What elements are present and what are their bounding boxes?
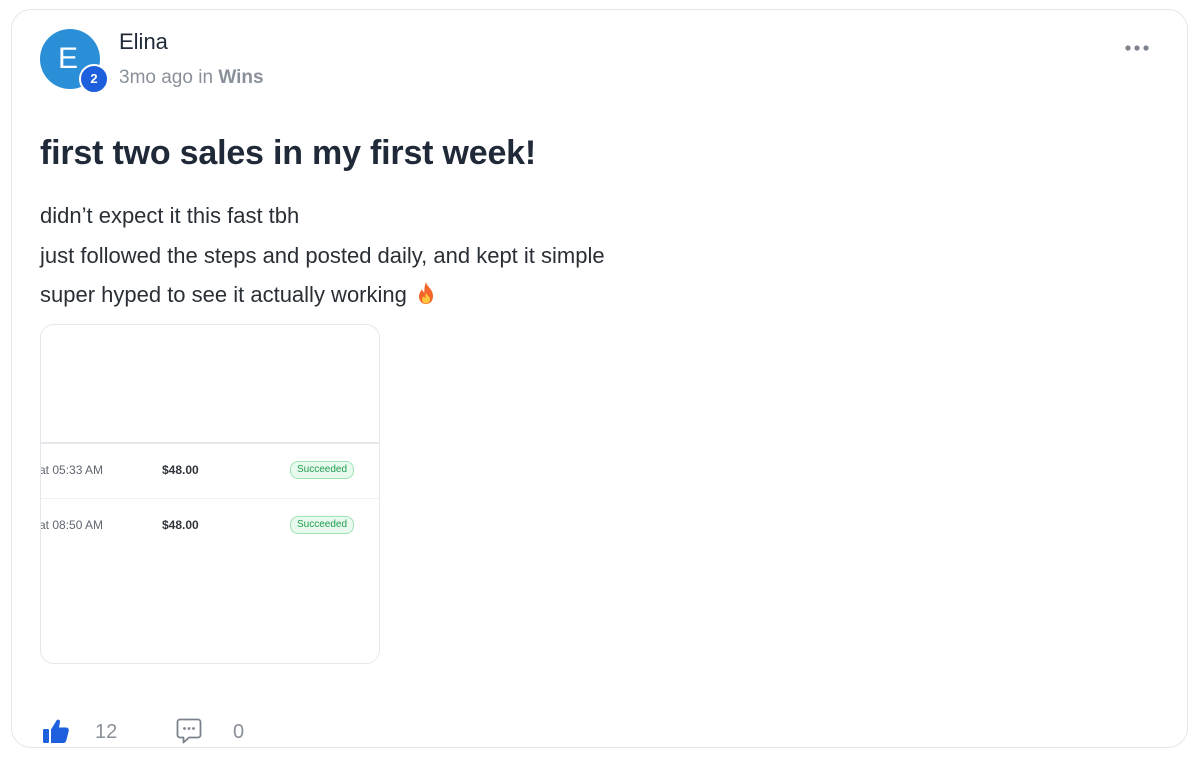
payment-time: at 05:33 AM <box>40 463 104 477</box>
in-label: in <box>198 67 214 88</box>
comment-icon <box>176 718 202 744</box>
more-options-button[interactable] <box>1123 38 1151 58</box>
payment-row: at 08:50 AM $48.00 Succeeded <box>41 499 379 553</box>
payment-amount: $48.00 <box>162 463 199 477</box>
post-body-line: didn’t expect it this fast tbh <box>40 203 300 228</box>
post-meta: 3mo ago in Wins <box>119 67 264 89</box>
fire-icon <box>418 282 433 304</box>
payment-time: at 08:50 AM <box>40 518 104 532</box>
payment-status-badge: Succeeded <box>290 461 355 479</box>
post-body: didn’t expect it this fast tbh just foll… <box>40 196 605 315</box>
post-body-line: just followed the steps and posted daily… <box>40 242 605 268</box>
payment-row: at 05:33 AM $48.00 Succeeded <box>41 444 379 499</box>
payment-status-badge: Succeeded <box>290 516 355 534</box>
attachment-image[interactable]: at 05:33 AM $48.00 Succeeded at 08:50 AM… <box>40 324 380 664</box>
thumbs-up-icon <box>43 719 69 743</box>
category-link[interactable]: Wins <box>218 67 263 88</box>
like-count: 12 <box>95 721 118 743</box>
more-options-icon <box>1125 45 1149 51</box>
post-card: E 2 Elina 3mo ago in Wins first two sale… <box>11 9 1188 748</box>
author-name[interactable]: Elina <box>119 29 168 55</box>
post-title: first two sales in my first week! <box>40 134 537 172</box>
payment-amount: $48.00 <box>162 518 199 532</box>
post-time: 3mo ago <box>119 67 193 88</box>
comment-count: 0 <box>233 721 245 743</box>
post-body-line-with-emoji: super hyped to see it actually working <box>40 275 605 315</box>
like-button[interactable]: 12 <box>42 717 117 747</box>
comment-button[interactable]: 0 <box>176 717 244 747</box>
post-body-line-text: super hyped to see it actually working <box>40 282 407 307</box>
level-badge: 2 <box>79 64 109 94</box>
